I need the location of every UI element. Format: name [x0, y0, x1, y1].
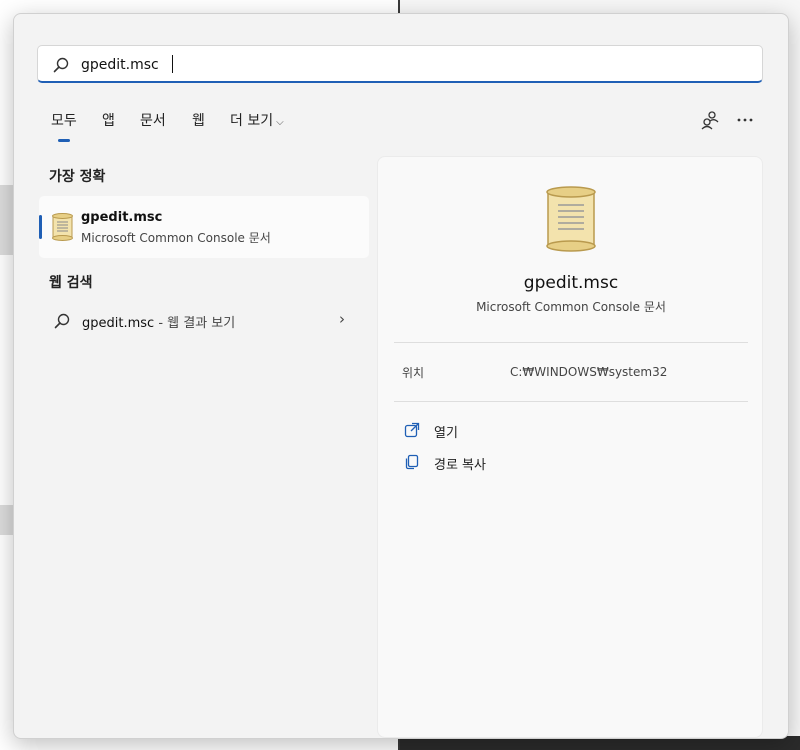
location-label: 위치 [402, 366, 425, 380]
best-match-heading: 가장 정확 [49, 169, 106, 185]
search-icon [53, 57, 69, 73]
tab-more-label: 더 보기 [230, 113, 274, 129]
best-match-subtitle: Microsoft Common Console 문서 [81, 231, 271, 245]
search-icon [54, 313, 70, 329]
tab-all[interactable]: 모두 [51, 110, 77, 130]
web-query-suffix: - 웹 결과 보기 [154, 316, 236, 331]
background-strip [0, 505, 14, 535]
scroll-document-icon [52, 213, 73, 241]
divider [394, 342, 748, 343]
copy-icon [405, 454, 419, 470]
chevron-down-icon: ⌵ [276, 117, 284, 128]
tab-web[interactable]: 웹 [192, 110, 205, 130]
people-link-icon[interactable] [698, 108, 722, 132]
web-search-query: gpedit.msc - 웹 결과 보기 [82, 312, 235, 331]
web-search-heading: 웹 검색 [49, 275, 93, 291]
web-query-text: gpedit.msc [82, 316, 155, 331]
background-strip [0, 185, 14, 255]
more-options-icon[interactable] [733, 108, 757, 132]
tab-more[interactable]: 더 보기 ⌵ [230, 110, 284, 130]
web-search-result[interactable]: gpedit.msc - 웹 결과 보기 › [39, 306, 369, 336]
scroll-document-icon [546, 186, 596, 252]
search-input[interactable] [79, 52, 743, 78]
best-match-title: gpedit.msc [81, 210, 163, 225]
copy-path-action[interactable]: 경로 복사 [402, 452, 542, 474]
search-box[interactable] [37, 45, 763, 83]
chevron-right-icon: › [339, 310, 345, 328]
best-match-result[interactable]: gpedit.msc Microsoft Common Console 문서 [39, 196, 369, 258]
copy-path-label: 경로 복사 [434, 458, 486, 473]
open-action[interactable]: 열기 [402, 420, 522, 442]
tab-documents[interactable]: 문서 [140, 110, 166, 130]
open-external-icon [404, 422, 420, 438]
detail-type: Microsoft Common Console 문서 [476, 300, 666, 314]
open-action-label: 열기 [434, 426, 458, 441]
location-value: C:₩WINDOWS₩system32 [510, 365, 668, 379]
detail-pane: gpedit.msc Microsoft Common Console 문서 위… [377, 156, 763, 738]
text-caret [172, 55, 173, 73]
selection-indicator [39, 215, 42, 239]
search-panel: 모두 앱 문서 웹 더 보기⌵ 가장 정확 gpedit.msc Micr [13, 13, 789, 739]
selected-tab-indicator [58, 139, 70, 142]
detail-title: gpedit.msc [523, 273, 619, 293]
tab-apps[interactable]: 앱 [102, 110, 115, 130]
divider [394, 401, 748, 402]
